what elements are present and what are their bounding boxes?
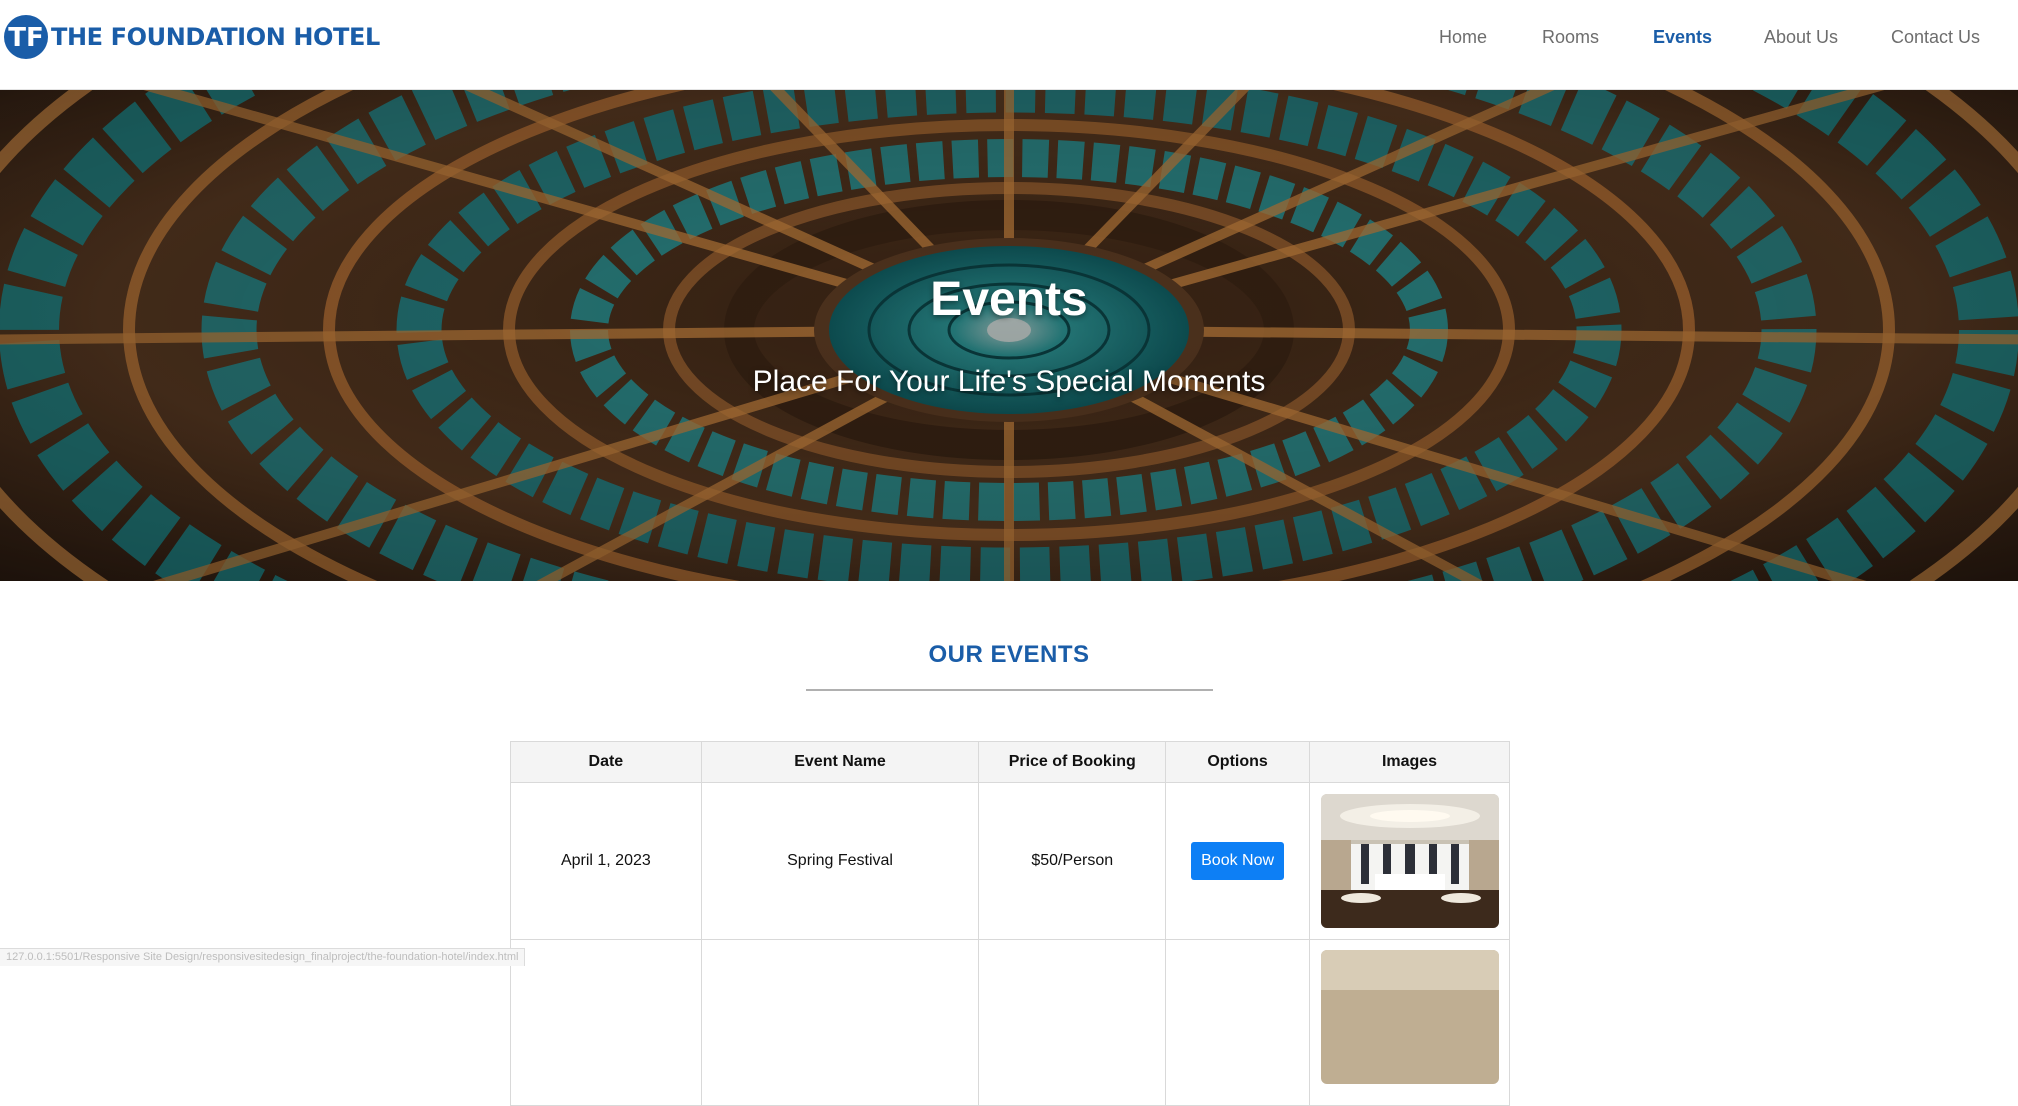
event-price: $50/Person xyxy=(978,782,1167,940)
event-hall-image xyxy=(1320,950,1499,1084)
column-header-images: Images xyxy=(1309,741,1510,783)
event-image-cell xyxy=(1309,939,1510,1106)
event-date: April 1, 2023 xyxy=(510,782,702,940)
event-price xyxy=(978,939,1167,1106)
event-image-cell xyxy=(1309,782,1510,940)
section-divider xyxy=(806,689,1213,691)
hero-subtitle: Place For Your Life's Special Moments xyxy=(752,365,1266,398)
browser-status-url: 127.0.0.1:5501/Responsive Site Design/re… xyxy=(0,948,526,966)
event-date xyxy=(510,939,702,1106)
events-table: Date Event Name Price of Booking Options… xyxy=(510,741,1510,1106)
nav-about-us[interactable]: About Us xyxy=(1764,27,1838,48)
dome-ceiling-image xyxy=(0,90,2018,581)
table-row: April 1, 2023 Spring Festival $50/Person… xyxy=(510,782,1510,940)
column-header-options: Options xyxy=(1165,741,1311,783)
hero-title: Events xyxy=(930,273,1088,326)
event-name xyxy=(700,939,980,1106)
site-header: TF THE FOUNDATION HOTEL Home Rooms Event… xyxy=(0,0,2018,90)
column-header-price: Price of Booking xyxy=(978,741,1167,783)
nav-events[interactable]: Events xyxy=(1653,27,1712,48)
event-name: Spring Festival xyxy=(700,782,980,940)
table-header-row: Date Event Name Price of Booking Options… xyxy=(510,741,1510,783)
book-now-button[interactable]: Book Now xyxy=(1191,842,1285,880)
table-row xyxy=(510,939,1510,1106)
event-options: Book Now xyxy=(1165,782,1311,940)
nav-rooms[interactable]: Rooms xyxy=(1542,27,1599,48)
section-heading: OUR EVENTS xyxy=(928,641,1090,668)
event-options xyxy=(1165,939,1311,1106)
main-nav: Home Rooms Events About Us Contact Us xyxy=(0,0,2018,77)
nav-contact-us[interactable]: Contact Us xyxy=(1891,27,1980,48)
nav-home[interactable]: Home xyxy=(1439,27,1487,48)
column-header-event-name: Event Name xyxy=(700,741,980,783)
banquet-hall-image xyxy=(1320,794,1499,928)
hero-banner: Events Place For Your Life's Special Mom… xyxy=(0,90,2018,581)
column-header-date: Date xyxy=(510,741,702,783)
